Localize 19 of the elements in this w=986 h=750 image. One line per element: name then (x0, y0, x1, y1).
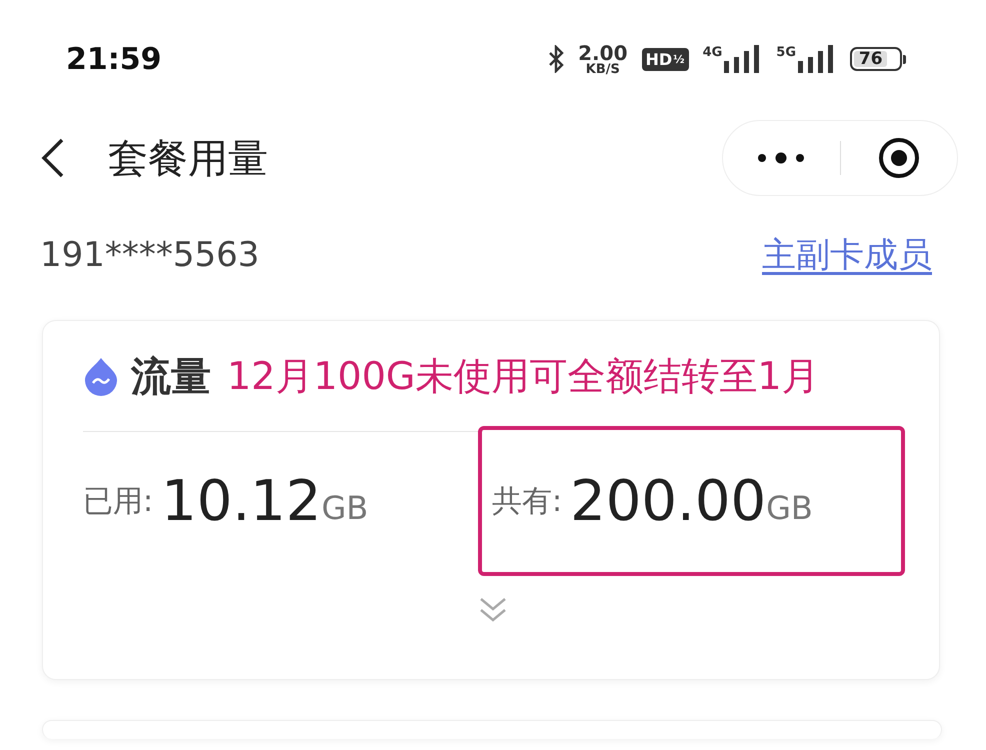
stat-unit: GB (766, 489, 813, 527)
bluetooth-icon (548, 45, 564, 73)
stat-unit: GB (321, 489, 368, 527)
back-icon[interactable] (40, 137, 66, 179)
target-icon (876, 136, 921, 180)
phone-number: 191****5563 (40, 235, 260, 275)
annotation-text: 12月100G未使用可全额结转至1月 (227, 352, 820, 400)
network-speed: 2.00 KB/S (578, 42, 628, 76)
hd-badge: HD½ (642, 48, 689, 70)
member-link[interactable]: 主副卡成员 (762, 232, 932, 278)
clock-time: 21:59 (66, 42, 162, 76)
more-icon (757, 152, 806, 164)
stat-label: 已用: (83, 482, 154, 520)
stat-value: 10.12 (161, 468, 322, 534)
water-drop-icon (83, 356, 119, 396)
stat-label: 共有: (492, 482, 562, 520)
page-title: 套餐用量 (108, 134, 269, 184)
card-title: 流量 (131, 352, 211, 402)
stat-value: 200.00 (570, 468, 766, 534)
